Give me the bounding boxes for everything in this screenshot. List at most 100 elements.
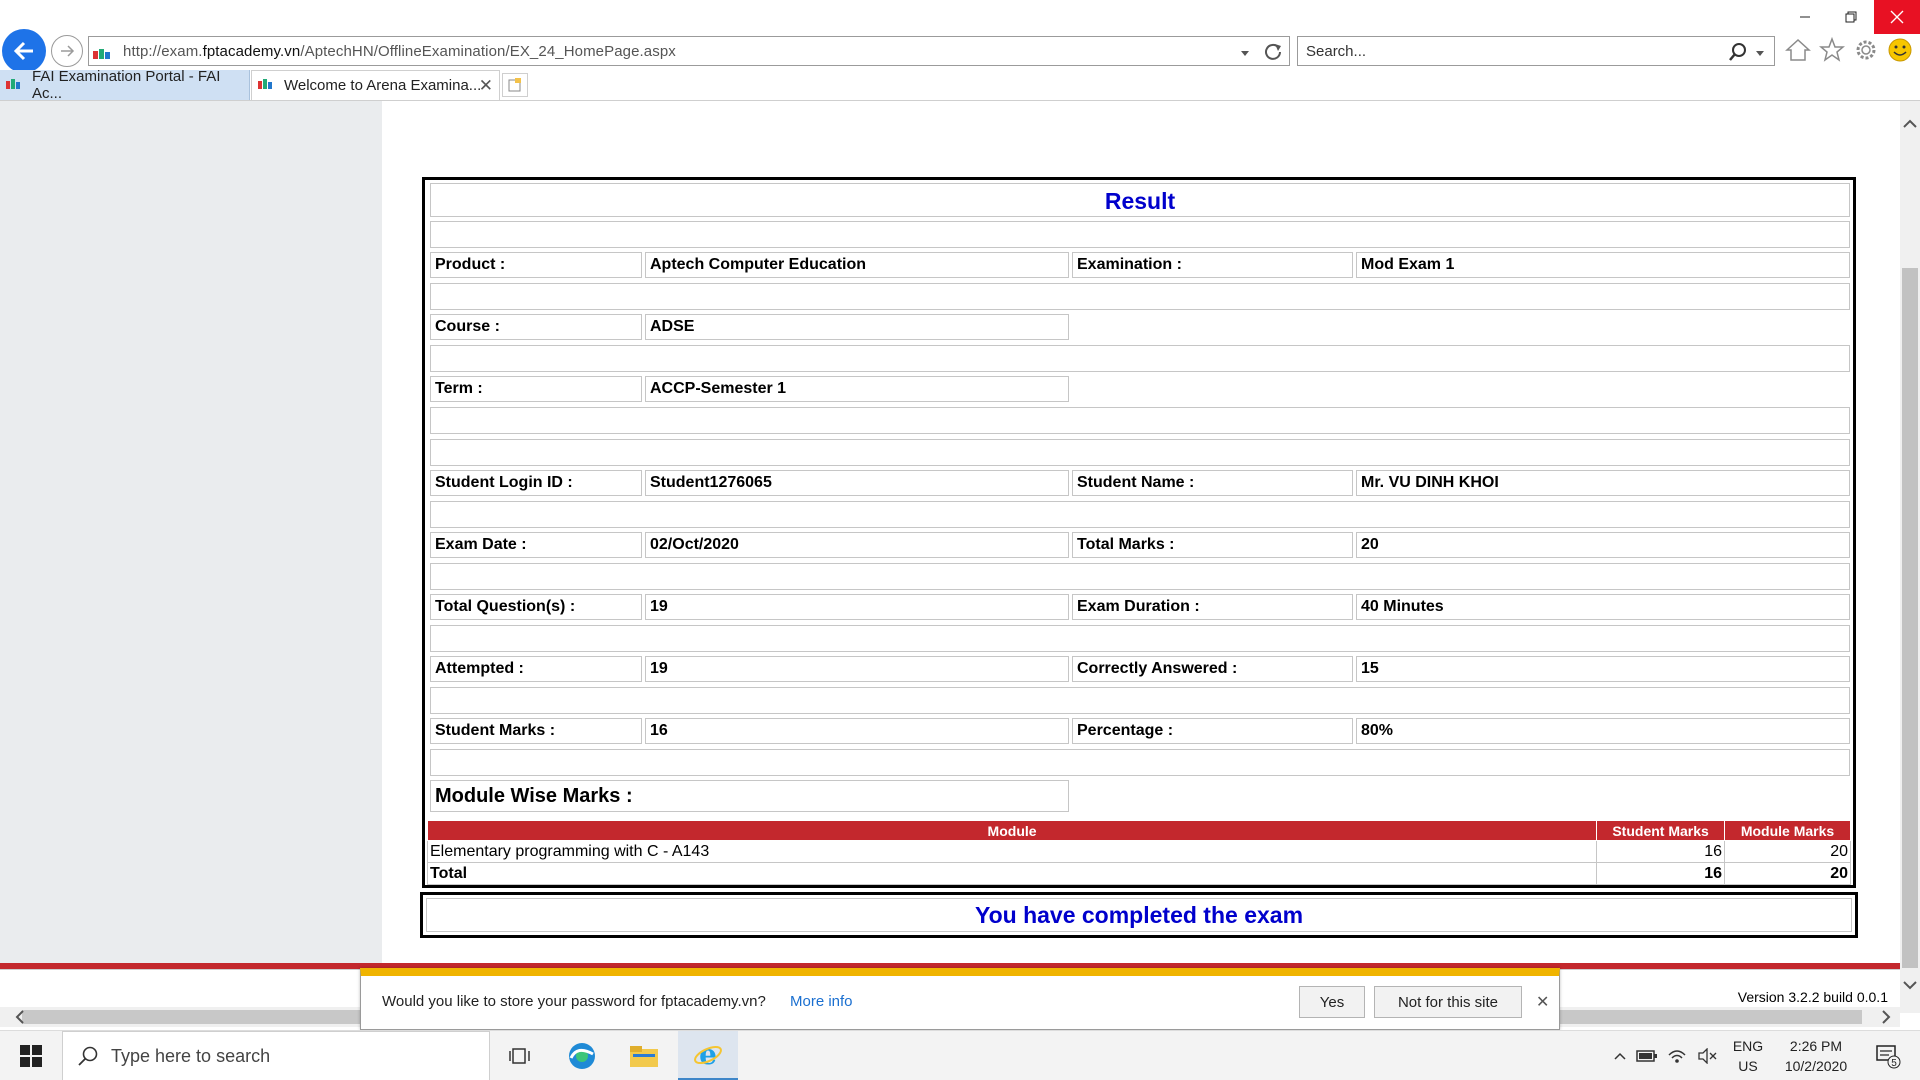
spacer-row [430, 687, 1850, 714]
url-text: http://exam.fptacademy.vn/AptechHN/Offli… [123, 43, 676, 60]
refresh-icon[interactable] [1263, 42, 1283, 66]
task-view-button[interactable] [490, 1031, 550, 1080]
total-row: Total 16 20 [426, 862, 1851, 885]
total-student-marks: 16 [1596, 862, 1726, 885]
exam-date-value: 02/Oct/2020 [645, 532, 1069, 558]
language-indicator[interactable]: ENG US [1728, 1031, 1768, 1080]
close-window-button[interactable] [1874, 0, 1920, 34]
version-text: Version 3.2.2 build 0.0.1 [1737, 989, 1888, 1005]
total-questions-label: Total Question(s) : [430, 594, 642, 620]
scroll-down-icon[interactable] [1902, 976, 1918, 995]
tab-close-icon[interactable]: ✕ [479, 76, 493, 96]
restore-icon [1845, 11, 1857, 23]
scroll-left-icon[interactable] [14, 1009, 26, 1029]
back-button[interactable] [2, 29, 46, 73]
tab-favicon-icon [6, 77, 22, 94]
new-tab-icon [508, 78, 521, 92]
favorites-star-icon[interactable] [1818, 36, 1846, 64]
total-questions-value: 19 [645, 594, 1069, 620]
action-center-button[interactable]: 5 [1866, 1031, 1910, 1080]
product-label: Product : [430, 252, 642, 278]
spacer-row [430, 439, 1850, 466]
login-id-label: Student Login ID : [430, 470, 642, 496]
taskbar-search-placeholder: Type here to search [111, 1046, 271, 1066]
clock-time: 2:26 PM [1789, 1038, 1843, 1054]
page-viewport: Result Product : Aptech Computer Educati… [0, 101, 1900, 1013]
search-icon[interactable] [1728, 42, 1748, 66]
clock-date: 10/2/2020 [1784, 1058, 1848, 1074]
yes-button[interactable]: Yes [1299, 986, 1365, 1018]
completion-message: You have completed the exam [426, 898, 1852, 932]
module-name: Elementary programming with C - A143 [426, 840, 1598, 863]
term-value: ACCP-Semester 1 [645, 376, 1069, 402]
result-table: Result Product : Aptech Computer Educati… [422, 177, 1856, 888]
language-code: ENG [1732, 1038, 1764, 1054]
notification-count: 5 [1891, 1058, 1897, 1069]
home-icon[interactable] [1784, 36, 1812, 64]
more-info-link[interactable]: More info [790, 993, 853, 1010]
windows-taskbar: Type here to search e ENG US 2:26 PM 10/… [0, 1030, 1920, 1080]
taskbar-file-explorer[interactable] [614, 1031, 674, 1080]
spacer-row [430, 625, 1850, 652]
tab-arena-exam[interactable]: Welcome to Arena Examina... ✕ [251, 70, 500, 100]
browser-chrome: http://exam.fptacademy.vn/AptechHN/Offli… [0, 0, 1920, 102]
window-controls [1782, 0, 1920, 34]
taskbar-edge[interactable] [552, 1031, 612, 1080]
login-id-value: Student1276065 [645, 470, 1069, 496]
arrow-left-icon [13, 41, 33, 61]
clock[interactable]: 2:26 PM 10/2/2020 [1772, 1031, 1860, 1080]
module-wise-marks-heading: Module Wise Marks : [430, 780, 1069, 812]
arrow-right-icon [61, 45, 75, 57]
search-box[interactable]: Search... [1297, 36, 1775, 66]
scroll-up-icon[interactable] [1902, 115, 1918, 134]
search-placeholder: Search... [1306, 43, 1367, 60]
notification-message: Would you like to store your password fo… [382, 993, 766, 1010]
vertical-scrollbar[interactable] [1900, 101, 1920, 1013]
tab-label: FAI Examination Portal - FAI Ac... [32, 68, 221, 102]
not-for-this-site-button[interactable]: Not for this site [1374, 986, 1522, 1018]
spacer-row [430, 563, 1850, 590]
show-hidden-icons-icon[interactable] [1608, 1051, 1632, 1061]
correct-answers-value: 15 [1356, 656, 1850, 682]
spacer-row [430, 345, 1850, 372]
left-side-panel [0, 101, 382, 963]
col-header-student-marks: Student Marks [1596, 820, 1726, 841]
table-row: Elementary programming with C - A143 16 … [426, 840, 1851, 863]
battery-icon[interactable] [1632, 1049, 1662, 1063]
forward-button[interactable] [51, 35, 83, 67]
start-button[interactable] [0, 1031, 62, 1080]
taskbar-internet-explorer[interactable]: e [678, 1031, 738, 1080]
spacer-row [430, 749, 1850, 776]
search-dropdown-icon[interactable] [1754, 45, 1766, 64]
attempted-value: 19 [645, 656, 1069, 682]
exam-duration-label: Exam Duration : [1072, 594, 1353, 620]
new-tab-button[interactable] [502, 73, 528, 97]
address-bar[interactable]: http://exam.fptacademy.vn/AptechHN/Offli… [88, 36, 1290, 66]
course-value: ADSE [645, 314, 1069, 340]
restore-button[interactable] [1828, 0, 1874, 34]
scrollbar-thumb[interactable] [1902, 268, 1918, 968]
password-save-notification: Would you like to store your password fo… [360, 968, 1560, 1030]
minimize-button[interactable] [1782, 0, 1828, 34]
result-title: Result [430, 183, 1850, 217]
module-marks-cell: 20 [1724, 840, 1851, 863]
gear-icon[interactable] [1852, 36, 1880, 64]
total-marks-value: 20 [1356, 532, 1850, 558]
taskbar-search[interactable]: Type here to search [62, 1031, 490, 1080]
tab-strip: FAI Examination Portal - FAI Ac... Welco… [0, 68, 1920, 102]
smiley-feedback-icon[interactable] [1886, 36, 1914, 64]
scroll-right-icon[interactable] [1880, 1009, 1892, 1029]
spacer-row [430, 283, 1850, 310]
exam-duration-value: 40 Minutes [1356, 594, 1850, 620]
module-marks-table: Module Student Marks Module Marks Elemen… [426, 820, 1851, 885]
close-notification-icon[interactable]: ✕ [1536, 992, 1549, 1011]
total-module-marks: 20 [1724, 862, 1851, 885]
term-label: Term : [430, 376, 642, 402]
volume-muted-icon[interactable] [1692, 1048, 1722, 1064]
region-code: US [1738, 1058, 1758, 1074]
tab-fai-portal[interactable]: FAI Examination Portal - FAI Ac... [0, 68, 250, 102]
wifi-icon[interactable] [1662, 1048, 1692, 1064]
tab-label: Welcome to Arena Examina... [284, 77, 482, 94]
correct-answers-label: Correctly Answered : [1072, 656, 1353, 682]
address-dropdown-icon[interactable] [1239, 44, 1251, 63]
